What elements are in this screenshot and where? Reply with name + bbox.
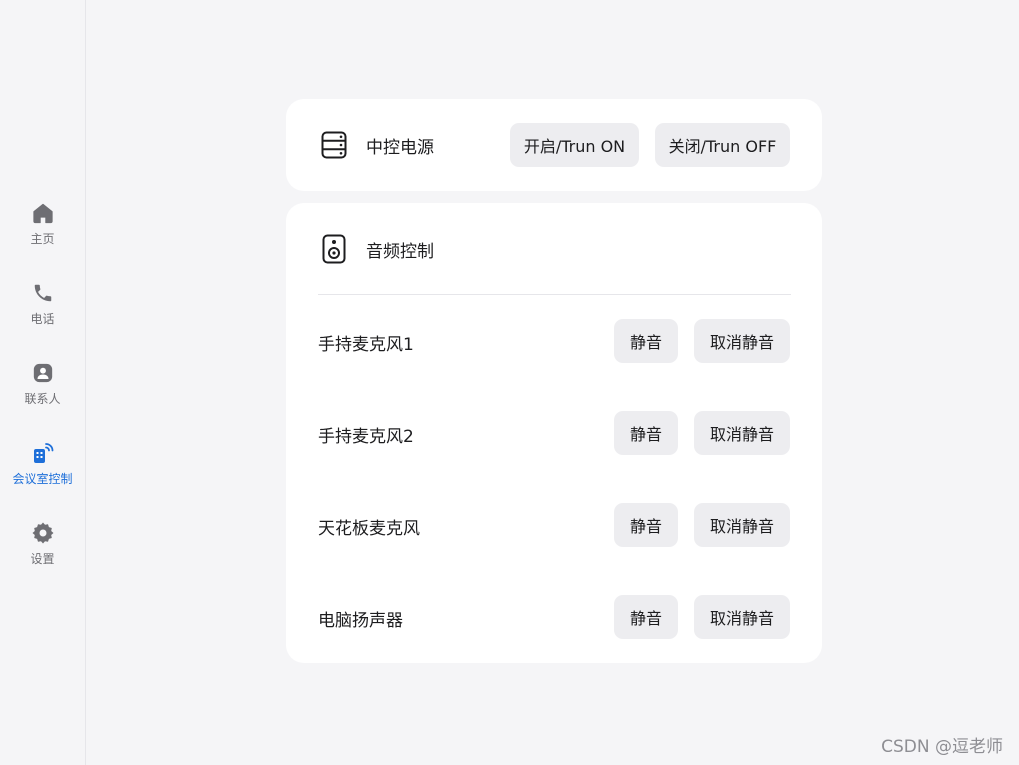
unmute-button[interactable]: 取消静音 bbox=[694, 595, 790, 639]
sidebar: 主页 电话 联系人 会议室控制 设置 bbox=[0, 0, 86, 765]
unmute-button[interactable]: 取消静音 bbox=[694, 503, 790, 547]
gear-icon bbox=[31, 521, 55, 545]
audio-card: 音频控制 手持麦克风1 静音 取消静音 手持麦克风2 静音 取消静音 天花板麦克… bbox=[286, 203, 822, 663]
sidebar-item-phone[interactable]: 电话 bbox=[0, 281, 85, 343]
server-icon bbox=[320, 130, 348, 160]
device-name: 手持麦克风1 bbox=[318, 335, 414, 355]
mute-button[interactable]: 静音 bbox=[614, 411, 678, 455]
power-on-button[interactable]: 开启/Trun ON bbox=[510, 123, 639, 167]
sidebar-item-room-control[interactable]: 会议室控制 bbox=[0, 441, 85, 503]
power-card: 中控电源 开启/Trun ON 关闭/Trun OFF bbox=[286, 99, 822, 191]
speaker-icon bbox=[320, 234, 348, 264]
audio-device-row: 手持麦克风2 静音 取消静音 bbox=[286, 411, 822, 455]
sidebar-item-label: 电话 bbox=[30, 312, 55, 326]
device-name: 电脑扬声器 bbox=[318, 611, 403, 631]
mute-button[interactable]: 静音 bbox=[614, 319, 678, 363]
device-name: 手持麦克风2 bbox=[318, 427, 414, 447]
watermark: CSDN @逗老师 bbox=[881, 737, 1003, 757]
audio-device-row: 电脑扬声器 静音 取消静音 bbox=[286, 595, 822, 639]
phone-icon bbox=[31, 281, 55, 305]
audio-title-row: 音频控制 bbox=[320, 234, 434, 264]
sidebar-item-home[interactable]: 主页 bbox=[0, 201, 85, 263]
mute-button[interactable]: 静音 bbox=[614, 595, 678, 639]
sidebar-item-label: 设置 bbox=[30, 552, 55, 566]
power-title-row: 中控电源 bbox=[320, 130, 434, 160]
audio-title: 音频控制 bbox=[366, 241, 434, 262]
home-icon bbox=[31, 201, 55, 225]
device-name: 天花板麦克风 bbox=[318, 519, 420, 539]
contact-icon bbox=[31, 361, 55, 385]
sidebar-item-label: 会议室控制 bbox=[12, 472, 73, 486]
audio-device-row: 天花板麦克风 静音 取消静音 bbox=[286, 503, 822, 547]
unmute-button[interactable]: 取消静音 bbox=[694, 319, 790, 363]
power-title: 中控电源 bbox=[366, 137, 434, 158]
divider bbox=[318, 294, 791, 295]
app-window: 主页 电话 联系人 会议室控制 设置 中控电源 开启/Trun ON 关闭/Tr… bbox=[0, 0, 1019, 765]
sidebar-item-label: 主页 bbox=[30, 232, 55, 246]
sidebar-item-contacts[interactable]: 联系人 bbox=[0, 361, 85, 423]
sidebar-item-settings[interactable]: 设置 bbox=[0, 521, 85, 583]
power-off-button[interactable]: 关闭/Trun OFF bbox=[655, 123, 790, 167]
room-control-icon bbox=[31, 441, 55, 465]
unmute-button[interactable]: 取消静音 bbox=[694, 411, 790, 455]
mute-button[interactable]: 静音 bbox=[614, 503, 678, 547]
audio-device-row: 手持麦克风1 静音 取消静音 bbox=[286, 319, 822, 363]
sidebar-item-label: 联系人 bbox=[24, 392, 61, 406]
